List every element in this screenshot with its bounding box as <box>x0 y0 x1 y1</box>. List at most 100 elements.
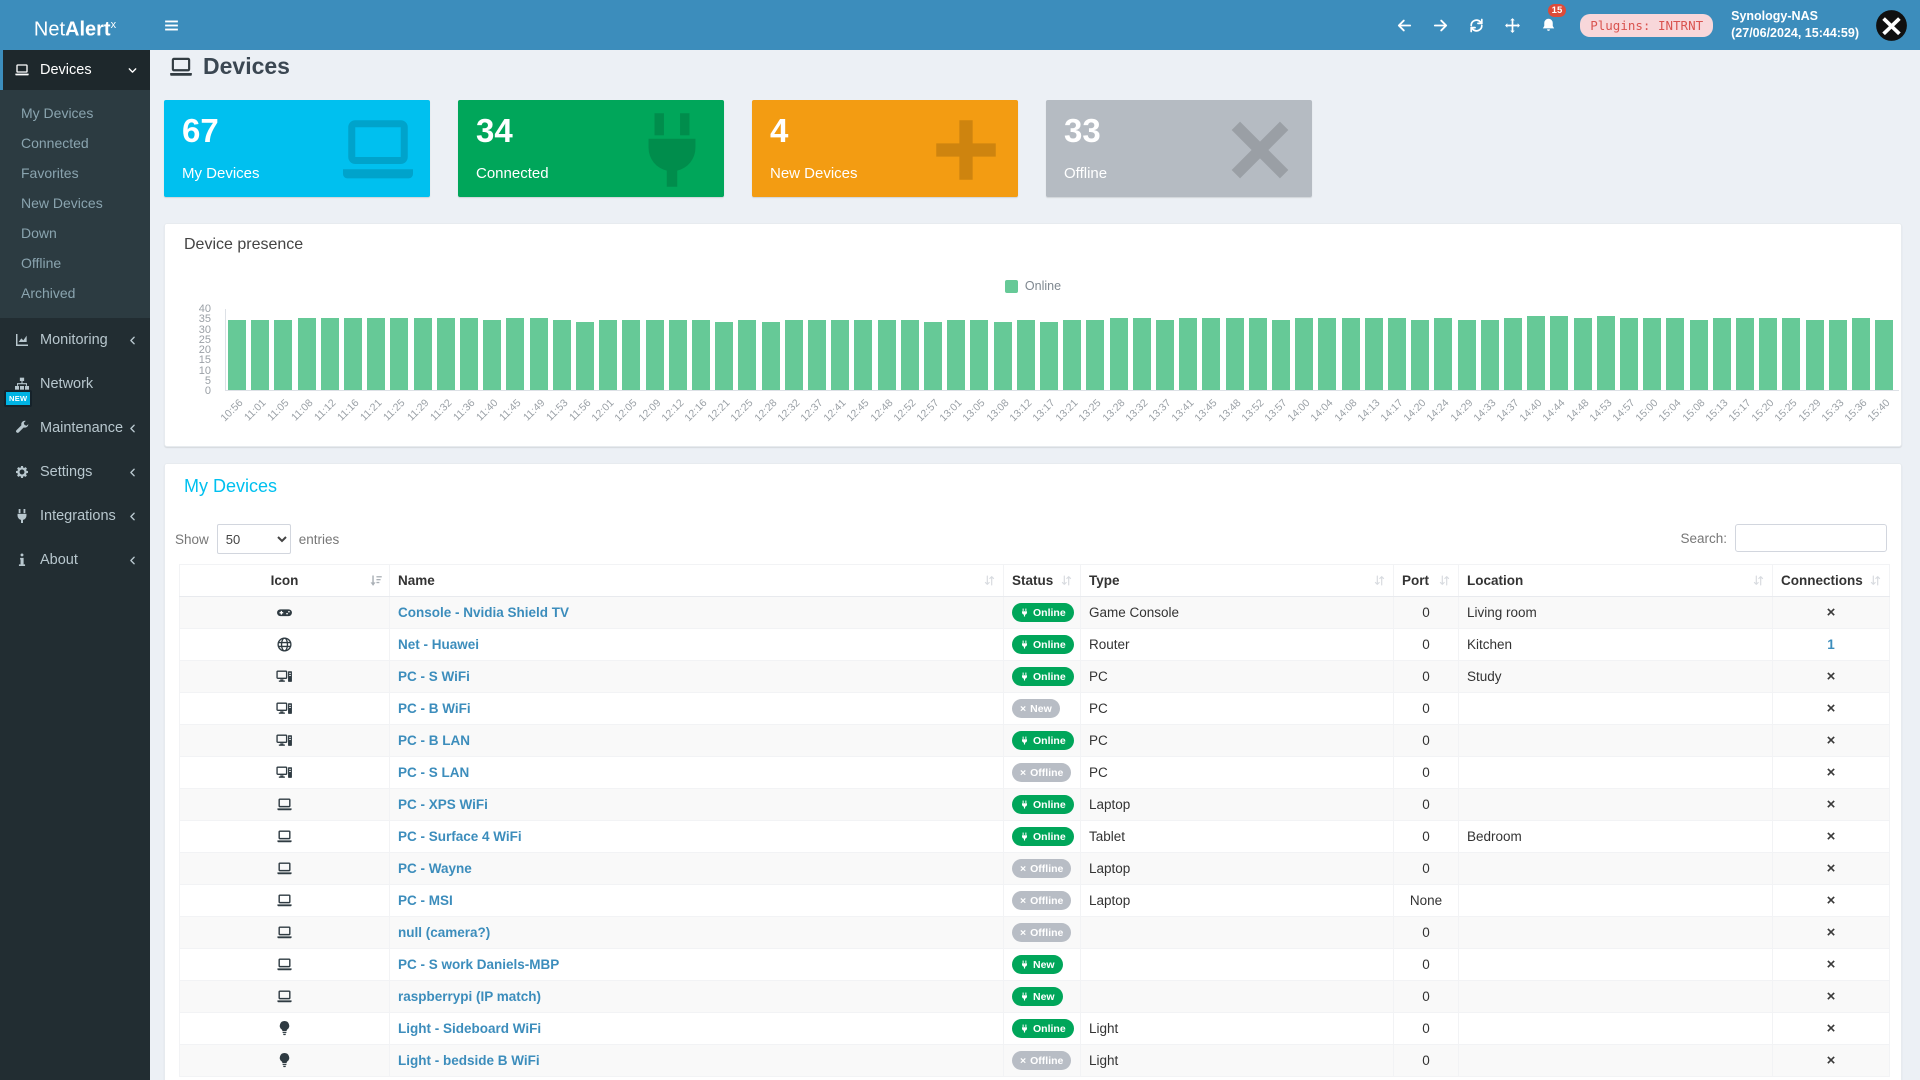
sidebar-subitem-connected[interactable]: Connected <box>0 128 150 158</box>
sidebar-item-integrations[interactable]: Integrations <box>0 494 150 538</box>
sidebar-item-maintenance[interactable]: Maintenance <box>0 406 150 450</box>
online-bar[interactable] <box>1875 320 1893 390</box>
connections-count-link[interactable]: 1 <box>1827 637 1835 652</box>
connections-x-icon[interactable]: × <box>1827 1020 1836 1037</box>
connections-x-icon[interactable]: × <box>1827 1052 1836 1069</box>
move-arrows-icon[interactable] <box>1494 0 1530 50</box>
online-bar[interactable] <box>1365 318 1383 390</box>
sidebar-item-about[interactable]: About <box>0 538 150 582</box>
online-bar[interactable] <box>1017 320 1035 390</box>
online-bar[interactable] <box>1504 318 1522 390</box>
user-avatar[interactable] <box>1875 9 1908 42</box>
online-bar[interactable] <box>506 318 524 390</box>
device-name-link[interactable]: Light - bedside B WiFi <box>398 1053 540 1068</box>
online-bar[interactable] <box>1690 320 1708 390</box>
online-bar[interactable] <box>1411 320 1429 390</box>
device-name-link[interactable]: Light - Sideboard WiFi <box>398 1021 541 1036</box>
online-bar[interactable] <box>1179 318 1197 390</box>
app-logo[interactable]: NetAlertx <box>0 0 150 50</box>
device-name-link[interactable]: PC - S work Daniels-MBP <box>398 957 559 972</box>
sidebar-item-devices[interactable]: Devices <box>0 50 150 90</box>
column-header-port[interactable]: Port <box>1394 565 1459 597</box>
online-bar[interactable] <box>715 322 733 390</box>
connections-x-icon[interactable]: × <box>1827 732 1836 749</box>
connections-x-icon[interactable]: × <box>1827 796 1836 813</box>
online-bar[interactable] <box>970 320 988 390</box>
online-bar[interactable] <box>947 320 965 390</box>
device-name-link[interactable]: raspberrypi (IP match) <box>398 989 541 1004</box>
device-name-link[interactable]: PC - Surface 4 WiFi <box>398 829 522 844</box>
plugins-status-badge[interactable]: Plugins: INTRNT <box>1580 14 1713 37</box>
back-arrow-icon[interactable] <box>1386 0 1422 50</box>
online-bar[interactable] <box>646 320 664 390</box>
online-bar[interactable] <box>1342 318 1360 390</box>
online-bar[interactable] <box>854 320 872 390</box>
online-bar[interactable] <box>669 320 687 390</box>
device-name-link[interactable]: Net - Huawei <box>398 637 479 652</box>
online-bar[interactable] <box>1226 318 1244 390</box>
sidebar-subitem-offline[interactable]: Offline <box>0 248 150 278</box>
online-bar[interactable] <box>460 318 478 390</box>
forward-arrow-icon[interactable] <box>1422 0 1458 50</box>
online-bar[interactable] <box>831 320 849 390</box>
device-name-link[interactable]: PC - Wayne <box>398 861 472 876</box>
device-name-link[interactable]: PC - B WiFi <box>398 701 471 716</box>
online-bar[interactable] <box>1852 318 1870 390</box>
summary-card-new-devices[interactable]: 4New Devices <box>752 100 1018 197</box>
online-bar[interactable] <box>1133 318 1151 390</box>
page-size-select[interactable]: 50 <box>217 524 291 554</box>
online-bar[interactable] <box>1643 318 1661 390</box>
sidebar-item-settings[interactable]: Settings <box>0 450 150 494</box>
chart-legend[interactable]: Online <box>165 279 1901 293</box>
online-bar[interactable] <box>1272 320 1290 390</box>
online-bar[interactable] <box>599 320 617 390</box>
online-bar[interactable] <box>251 320 269 390</box>
sidebar-item-monitoring[interactable]: Monitoring <box>0 318 150 362</box>
online-bar[interactable] <box>878 320 896 390</box>
summary-card-connected[interactable]: 34Connected <box>458 100 724 197</box>
sidebar-subitem-favorites[interactable]: Favorites <box>0 158 150 188</box>
summary-card-offline[interactable]: 33Offline <box>1046 100 1312 197</box>
summary-card-my-devices[interactable]: 67My Devices <box>164 100 430 197</box>
connections-x-icon[interactable]: × <box>1827 924 1836 941</box>
connections-x-icon[interactable]: × <box>1827 604 1836 621</box>
online-bar[interactable] <box>1481 320 1499 390</box>
online-bar[interactable] <box>1782 318 1800 390</box>
online-bar[interactable] <box>321 318 339 390</box>
device-name-link[interactable]: PC - S WiFi <box>398 669 470 684</box>
online-bar[interactable] <box>1156 320 1174 390</box>
device-name-link[interactable]: PC - S LAN <box>398 765 469 780</box>
online-bar[interactable] <box>298 318 316 390</box>
online-bar[interactable] <box>1040 322 1058 390</box>
online-bar[interactable] <box>1574 318 1592 390</box>
online-bar[interactable] <box>808 320 826 390</box>
connections-x-icon[interactable]: × <box>1827 988 1836 1005</box>
online-bar[interactable] <box>390 318 408 390</box>
device-name-link[interactable]: Console - Nvidia Shield TV <box>398 605 569 620</box>
notifications-bell-icon[interactable]: 15 <box>1530 0 1566 50</box>
column-header-connections[interactable]: Connections <box>1773 565 1890 597</box>
online-bar[interactable] <box>1527 316 1545 390</box>
online-bar[interactable] <box>1063 320 1081 390</box>
online-bar[interactable] <box>228 320 246 390</box>
online-bar[interactable] <box>274 320 292 390</box>
connections-x-icon[interactable]: × <box>1827 764 1836 781</box>
column-header-status[interactable]: Status <box>1004 565 1081 597</box>
sidebar-subitem-new-devices[interactable]: New Devices <box>0 188 150 218</box>
device-name-link[interactable]: null (camera?) <box>398 925 490 940</box>
online-bar[interactable] <box>1806 320 1824 390</box>
online-bar[interactable] <box>738 320 756 390</box>
device-name-link[interactable]: PC - B LAN <box>398 733 470 748</box>
online-bar[interactable] <box>437 318 455 390</box>
online-bar[interactable] <box>530 318 548 390</box>
online-bar[interactable] <box>1086 320 1104 390</box>
column-header-location[interactable]: Location <box>1459 565 1773 597</box>
online-bar[interactable] <box>344 318 362 390</box>
connections-x-icon[interactable]: × <box>1827 668 1836 685</box>
online-bar[interactable] <box>1249 318 1267 390</box>
online-bar[interactable] <box>1736 318 1754 390</box>
sidebar-subitem-down[interactable]: Down <box>0 218 150 248</box>
refresh-icon[interactable] <box>1458 0 1494 50</box>
device-name-link[interactable]: PC - MSI <box>398 893 453 908</box>
connections-x-icon[interactable]: × <box>1827 860 1836 877</box>
